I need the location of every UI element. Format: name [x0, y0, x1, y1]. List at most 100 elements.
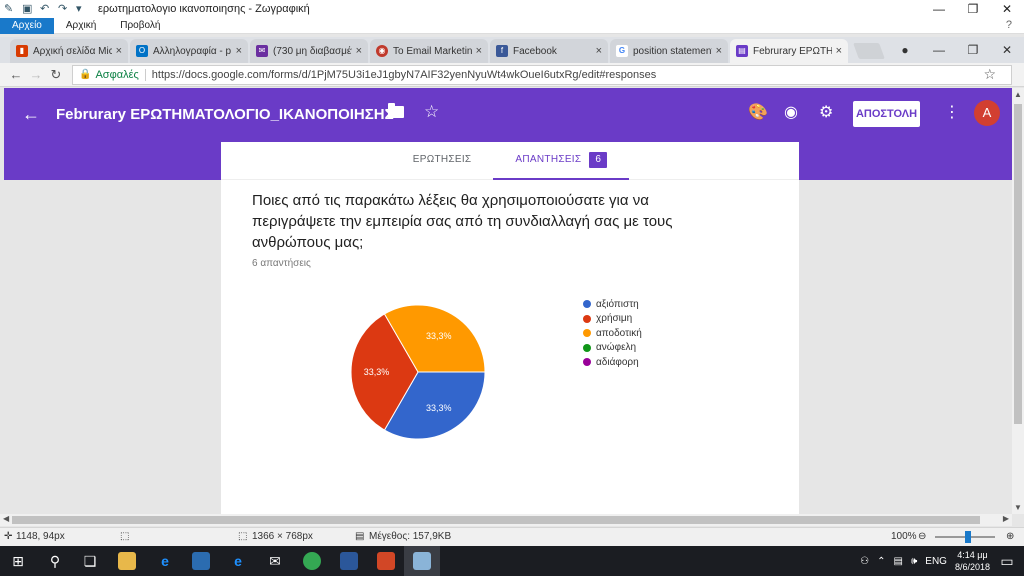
pie-chart: 33,3% 33,3% 33,3%: [350, 297, 501, 447]
zoom-in-icon[interactable]: ⊕: [1006, 531, 1014, 542]
scroll-down-icon[interactable]: ▼: [1012, 503, 1024, 512]
powerpoint-icon[interactable]: [377, 552, 395, 570]
network-icon[interactable]: ▤: [894, 556, 903, 567]
gear-icon[interactable]: ⚙: [819, 102, 833, 122]
clock-date: 8/6/2018: [954, 562, 990, 572]
chrome-icon[interactable]: [303, 552, 321, 570]
legend-label: ανώφελη: [596, 342, 637, 354]
help-icon[interactable]: ?: [1006, 19, 1012, 31]
send-button[interactable]: ΑΠΟΣΤΟΛΗ: [853, 101, 920, 127]
pie-slice-label: 33,3%: [426, 403, 452, 413]
paint-statusbar: ✛ 1148, 94px ⬚ ⬚ 1366 × 768px ▤ Μέγεθος:…: [0, 527, 1024, 546]
minimize-icon[interactable]: —: [922, 43, 956, 57]
scroll-thumb[interactable]: [1014, 104, 1022, 424]
store-icon[interactable]: [192, 552, 210, 570]
profile-icon[interactable]: ●: [888, 43, 922, 57]
star-icon[interactable]: ☆: [424, 102, 439, 122]
tab-close-icon[interactable]: ×: [716, 45, 722, 57]
language-indicator[interactable]: ENG: [925, 556, 947, 567]
tab-close-icon[interactable]: ×: [836, 45, 842, 57]
horizontal-scrollbar[interactable]: ◀ ▶: [0, 514, 1012, 526]
save-icon[interactable]: ▣: [22, 3, 34, 15]
new-tab-button[interactable]: [853, 43, 885, 59]
close-icon[interactable]: ✕: [990, 0, 1024, 18]
reload-icon[interactable]: ↻: [46, 67, 66, 83]
tab-close-icon[interactable]: ×: [356, 45, 362, 57]
avatar[interactable]: A: [974, 100, 1000, 126]
ribbon-tab-view[interactable]: Προβολή: [108, 18, 172, 34]
address-bar[interactable]: 🔒 Ασφαλές https://docs.google.com/forms/…: [72, 64, 1012, 85]
pie-slice-label: 33,3%: [364, 367, 390, 377]
forms-icon: ▤: [736, 45, 748, 57]
customize-dropdown-icon[interactable]: ▾: [76, 3, 88, 15]
word-icon[interactable]: [340, 552, 358, 570]
zoom-slider-thumb[interactable]: [965, 531, 971, 543]
browser-tab[interactable]: O Αλληλογραφία - p ×: [130, 39, 248, 63]
legend-swatch: [583, 329, 591, 338]
form-title[interactable]: Februrary ΕΡΩΤΗΜΑΤΟΛΟΓΙΟ_ΙΚΑΝΟΠΟΙΗΣΗΣ: [56, 106, 394, 123]
browser-tab[interactable]: ◉ Το Email Marketing ×: [370, 39, 488, 63]
lock-icon: 🔒: [79, 69, 92, 80]
google-icon: G: [616, 45, 628, 57]
tab-close-icon[interactable]: ×: [116, 45, 122, 57]
browser-tabstrip: ▮ Αρχική σελίδα Mic × O Αλληλογραφία - p × ✉…: [0, 37, 1024, 63]
office-icon: ▮: [16, 45, 28, 57]
close-icon[interactable]: ✕: [990, 43, 1024, 57]
volume-icon[interactable]: 🕪: [911, 556, 917, 567]
clock[interactable]: 4:14 μμ 8/6/2018: [955, 549, 990, 573]
browser-tab[interactable]: ▮ Αρχική σελίδα Mic ×: [10, 39, 128, 63]
internet-explorer-icon[interactable]: e: [229, 552, 247, 570]
undo-icon[interactable]: ↶: [40, 3, 52, 15]
legend-item: αξιόπιστη: [583, 297, 642, 312]
scroll-thumb[interactable]: [12, 516, 980, 524]
ribbon-tab-file[interactable]: Αρχείο: [0, 17, 54, 34]
tab-close-icon[interactable]: ×: [596, 45, 602, 57]
legend-label: αδιάφορη: [596, 356, 639, 368]
browser-tab[interactable]: ✉ (730 μη διαβασμέν ×: [250, 39, 368, 63]
minimize-icon[interactable]: —: [922, 0, 956, 18]
browser-tab[interactable]: f Facebook ×: [490, 39, 608, 63]
mail-icon[interactable]: ✉: [266, 552, 284, 570]
tab-questions[interactable]: ΕΡΩΤΗΣΕΙΣ: [391, 142, 494, 180]
vertical-scrollbar[interactable]: ▲ ▼: [1012, 88, 1024, 514]
bookmark-star-icon[interactable]: ☆: [983, 66, 996, 83]
tab-close-icon[interactable]: ×: [236, 45, 242, 57]
restore-icon[interactable]: ❐: [956, 43, 990, 57]
notifications-icon[interactable]: ▭: [998, 552, 1016, 570]
folder-icon[interactable]: [388, 103, 404, 118]
redo-icon[interactable]: ↷: [58, 3, 70, 15]
legend-item: αποδοτική: [583, 326, 642, 341]
paint-icon[interactable]: [413, 552, 431, 570]
tray-chevron-icon[interactable]: ⌃: [877, 556, 885, 567]
palette-icon[interactable]: 🎨: [748, 102, 768, 122]
search-icon[interactable]: ⚲: [46, 552, 64, 570]
back-icon[interactable]: ←: [6, 67, 26, 82]
form-tabs: ΕΡΩΤΗΣΕΙΣ ΑΠΑΝΤΗΣΕΙΣ 6: [221, 142, 799, 180]
ribbon-tab-home[interactable]: Αρχική: [54, 18, 108, 34]
browser-tab[interactable]: Gposition statement ×: [610, 39, 728, 63]
scroll-right-icon[interactable]: ▶: [1003, 514, 1009, 523]
edge-icon[interactable]: e: [156, 552, 174, 570]
canvas-size: 1366 × 768px: [252, 531, 313, 542]
task-view-icon[interactable]: ❏: [81, 552, 99, 570]
tab-close-icon[interactable]: ×: [476, 45, 482, 57]
more-vert-icon[interactable]: ⋮: [944, 102, 960, 122]
file-size: Μέγεθος: 157,9KB: [369, 531, 452, 542]
quick-access-toolbar: ✎ ▣ ↶ ↷ ▾: [0, 3, 88, 15]
scroll-left-icon[interactable]: ◀: [3, 514, 9, 523]
legend-swatch: [583, 358, 591, 367]
site-icon: ◉: [376, 45, 388, 57]
zoom-out-icon[interactable]: ⊖: [918, 531, 926, 542]
eye-icon[interactable]: ◉: [784, 102, 798, 122]
people-icon[interactable]: ⚇: [860, 556, 869, 567]
scroll-up-icon[interactable]: ▲: [1012, 90, 1024, 99]
browser-tab-active[interactable]: ▤Februrary ΕΡΩΤΗΜ×: [730, 39, 848, 63]
tab-responses[interactable]: ΑΠΑΝΤΗΣΕΙΣ 6: [493, 142, 630, 180]
windows-start-icon[interactable]: ⊞: [9, 552, 27, 570]
file-explorer-icon[interactable]: [118, 552, 136, 570]
windows-taskbar: ⊞ ⚲ ❏ e e ✉ ⚇ ⌃ ▤ 🕪 ENG 4:14 μμ 8/6/2018…: [0, 546, 1024, 576]
forward-icon[interactable]: →: [26, 67, 46, 82]
form-card: ΕΡΩΤΗΣΕΙΣ ΑΠΑΝΤΗΣΕΙΣ 6 Ποιες από τις παρα…: [221, 142, 799, 514]
back-arrow-icon[interactable]: ←: [22, 104, 40, 125]
maximize-icon[interactable]: ❐: [956, 0, 990, 18]
